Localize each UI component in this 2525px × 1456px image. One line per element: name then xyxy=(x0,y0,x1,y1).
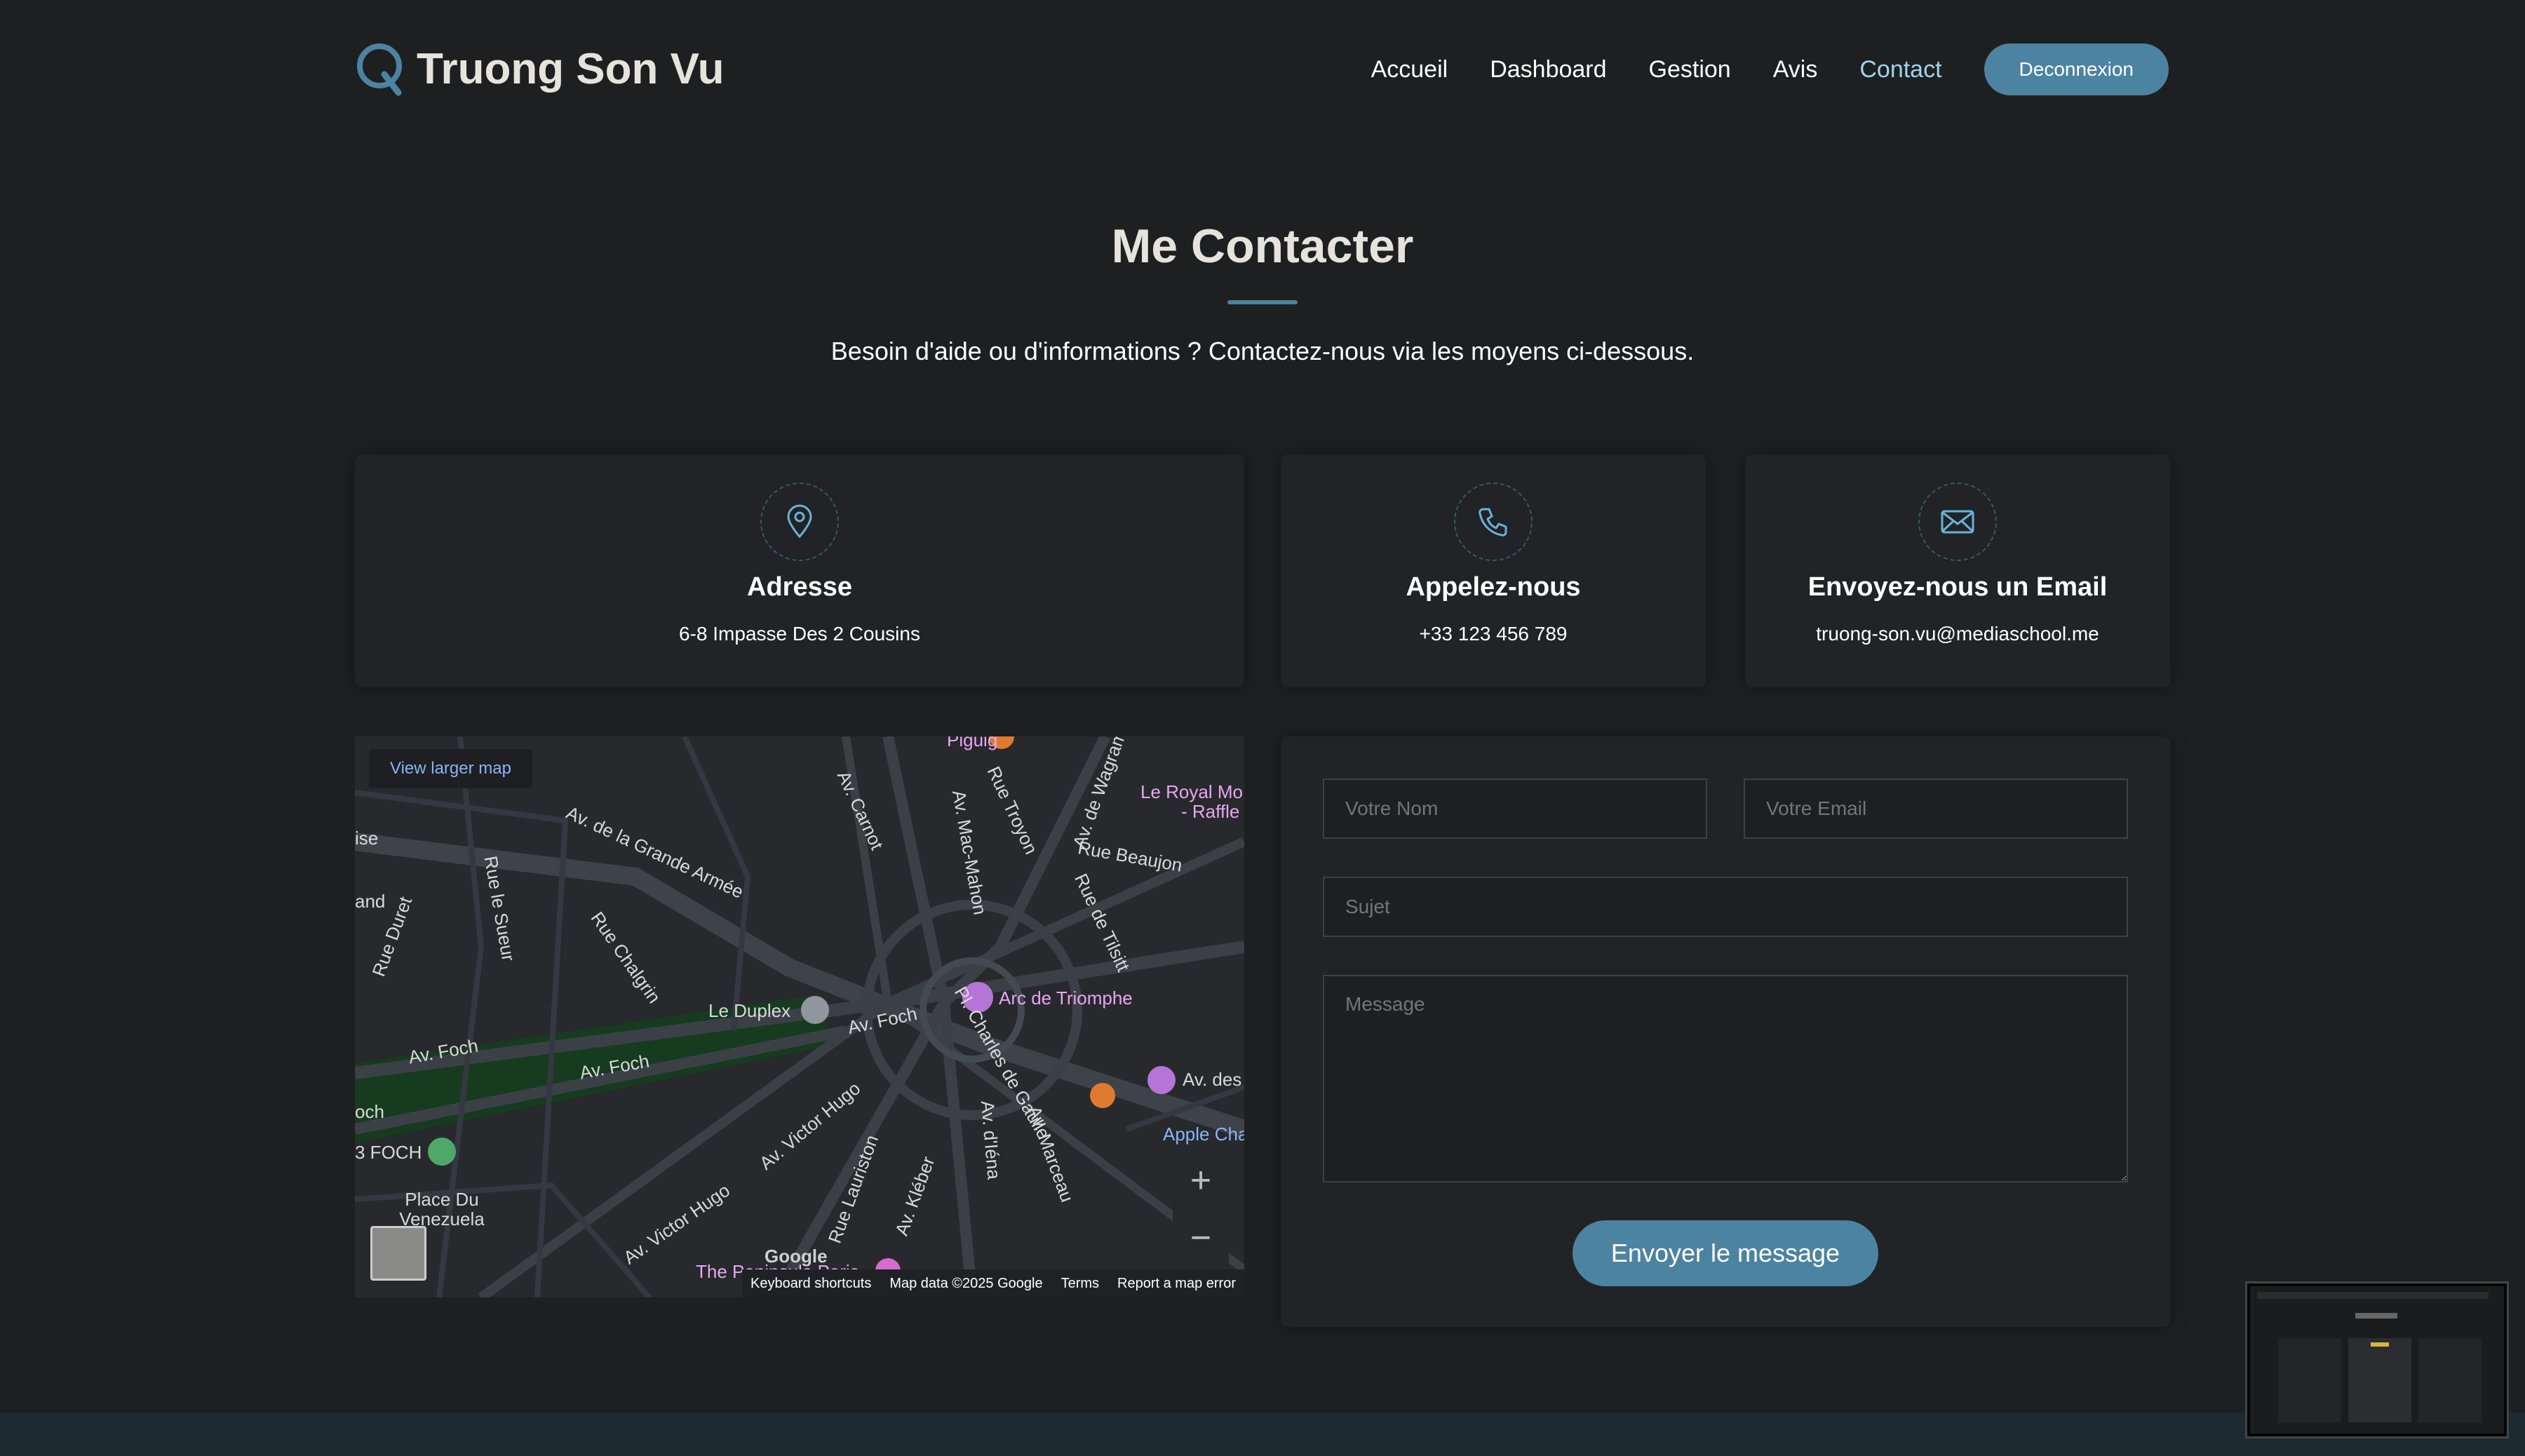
top-navbar: Truong Son Vu Accueil Dashboard Gestion … xyxy=(0,0,2525,140)
map-street-label: and xyxy=(355,891,386,912)
keyboard-shortcuts-link[interactable]: Keyboard shortcuts xyxy=(750,1276,871,1292)
name-field[interactable] xyxy=(1323,778,1707,839)
report-map-error-link[interactable]: Report a map error xyxy=(1117,1276,1236,1292)
map-label-apple-store: Apple Cha xyxy=(1163,1124,1244,1145)
phone-icon xyxy=(1454,483,1533,561)
google-logo: Google xyxy=(765,1246,828,1267)
view-larger-map-link[interactable]: View larger map xyxy=(369,749,532,788)
map-street-label: ise xyxy=(355,828,379,849)
preview-stars xyxy=(2371,1342,2389,1347)
subject-field[interactable] xyxy=(1323,877,2128,937)
address-value: 6-8 Impasse Des 2 Cousins xyxy=(679,623,920,645)
map-label-place-venezuela: Place Du Venezuela xyxy=(399,1189,485,1229)
email-card: Envoyez-nous un Email truong-son.vu@medi… xyxy=(1745,454,2170,687)
brand[interactable]: Truong Son Vu xyxy=(355,41,725,97)
map-data-credit: Map data ©2025 Google xyxy=(889,1275,1043,1291)
brand-logo-icon xyxy=(357,43,402,96)
map-street-label: Av. des xyxy=(1183,1069,1242,1090)
map-label-raffles: - Raffle xyxy=(1181,801,1240,822)
map-pin-icon xyxy=(760,483,839,561)
map-label-le-duplex: Le Duplex xyxy=(708,1000,791,1021)
phone-title: Appelez-nous xyxy=(1406,572,1581,602)
preview-card xyxy=(2418,1338,2482,1422)
preview-card xyxy=(2278,1338,2341,1422)
brand-name: Truong Son Vu xyxy=(417,44,725,93)
email-value: truong-son.vu@mediaschool.me xyxy=(1816,623,2099,645)
map-zoom-controls: + − xyxy=(1173,1152,1229,1267)
page-subtitle: Besoin d'aide ou d'informations ? Contac… xyxy=(830,337,1695,365)
address-card: Adresse 6-8 Impasse Des 2 Cousins xyxy=(355,454,1244,687)
preview-title xyxy=(2355,1313,2397,1319)
send-message-button[interactable]: Envoyer le message xyxy=(1573,1220,1878,1286)
email-title: Envoyez-nous un Email xyxy=(1807,572,2108,602)
page-title: Me Contacter xyxy=(1111,220,1414,273)
map-street-label: och xyxy=(355,1101,384,1122)
zoom-out-button[interactable]: − xyxy=(1173,1209,1229,1267)
phone-card: Appelez-nous +33 123 456 789 xyxy=(1281,454,1706,687)
page-preview-thumbnail[interactable] xyxy=(2247,1283,2507,1436)
embedded-map[interactable]: View larger map Av. de la Grande Armée R… xyxy=(355,736,1244,1297)
map-label-royal-monceau: Le Royal Mo xyxy=(1140,781,1243,802)
title-underline xyxy=(1227,300,1298,304)
message-field[interactable] xyxy=(1323,975,2128,1182)
map-satellite-toggle[interactable] xyxy=(370,1226,426,1281)
nav-contact[interactable]: Contact xyxy=(1859,43,1941,95)
address-title: Adresse xyxy=(747,572,852,602)
main-menu: Accueil Dashboard Gestion Avis Contact D… xyxy=(1329,43,2169,95)
logout-button[interactable]: Deconnexion xyxy=(1984,43,2169,95)
envelope-icon xyxy=(1918,483,1997,561)
preview-navbar xyxy=(2257,1292,2489,1299)
footer-strip xyxy=(0,1413,2525,1456)
preview-card xyxy=(2348,1338,2411,1422)
map-label-foch-station: 3 FOCH xyxy=(355,1142,422,1163)
nav-avis[interactable]: Avis xyxy=(1773,43,1818,95)
nav-accueil[interactable]: Accueil xyxy=(1371,43,1448,95)
nav-gestion[interactable]: Gestion xyxy=(1649,43,1731,95)
terms-link[interactable]: Terms xyxy=(1061,1276,1099,1292)
nav-dashboard[interactable]: Dashboard xyxy=(1490,43,1606,95)
email-field[interactable] xyxy=(1744,778,2128,839)
map-label-piguig: Piguig xyxy=(947,736,998,750)
phone-value: +33 123 456 789 xyxy=(1419,623,1568,645)
zoom-in-button[interactable]: + xyxy=(1173,1152,1229,1209)
map-label-arc-de-triomphe: Arc de Triomphe xyxy=(999,987,1133,1009)
map-footer: Keyboard shortcuts Map data ©2025 Google… xyxy=(742,1269,1244,1297)
